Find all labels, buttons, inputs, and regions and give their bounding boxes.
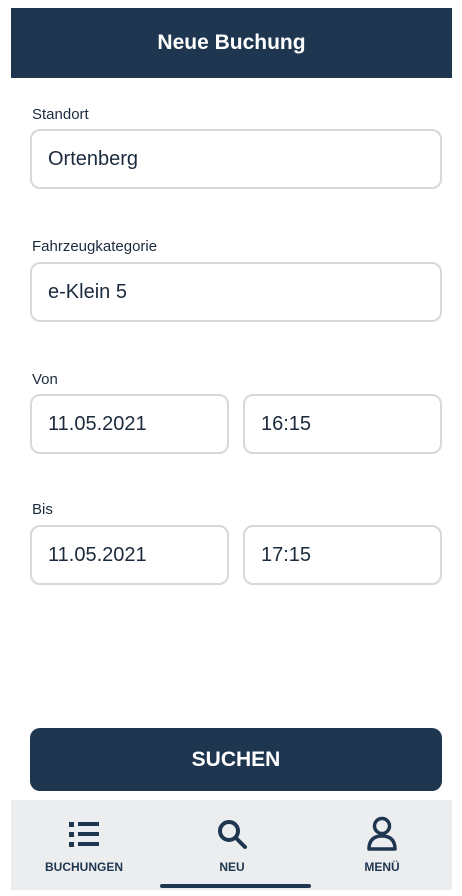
app-header: Neue Buchung	[11, 8, 452, 78]
von-time-value: 16:15	[261, 412, 312, 435]
list-icon	[67, 816, 101, 852]
von-date-field[interactable]: 11.05.2021	[30, 394, 229, 454]
nav-item-menu[interactable]: MENÜ	[327, 800, 437, 890]
standort-field[interactable]: Ortenberg	[30, 129, 442, 189]
active-tab-indicator	[160, 884, 311, 888]
bis-label: Bis	[32, 501, 53, 518]
fahrzeugkategorie-field[interactable]: e-Klein 5	[30, 262, 442, 322]
nav-label-buchungen: BUCHUNGEN	[45, 860, 123, 874]
search-button-label: SUCHEN	[191, 747, 281, 771]
standort-label: Standort	[32, 106, 89, 123]
nav-item-neu[interactable]: NEU	[177, 800, 287, 890]
bis-date-field[interactable]: 11.05.2021	[30, 525, 229, 585]
search-button[interactable]: SUCHEN	[30, 728, 442, 791]
person-icon	[366, 816, 398, 852]
von-date-value: 11.05.2021	[48, 412, 147, 435]
von-time-field[interactable]: 16:15	[243, 394, 442, 454]
page-title: Neue Buchung	[157, 31, 306, 54]
fahrzeugkategorie-value: e-Klein 5	[48, 280, 127, 303]
nav-label-menu: MENÜ	[364, 860, 400, 874]
bottom-navigation: BUCHUNGEN NEU MENÜ	[11, 800, 452, 890]
bis-time-value: 17:15	[261, 543, 312, 566]
bis-time-field[interactable]: 17:15	[243, 525, 442, 585]
fahrzeugkategorie-label: Fahrzeugkategorie	[32, 238, 158, 255]
nav-item-buchungen[interactable]: BUCHUNGEN	[29, 800, 139, 890]
von-label: Von	[32, 371, 58, 388]
search-icon	[216, 816, 248, 852]
bis-date-value: 11.05.2021	[48, 543, 147, 566]
nav-label-neu: NEU	[219, 860, 245, 874]
standort-value: Ortenberg	[48, 147, 139, 170]
